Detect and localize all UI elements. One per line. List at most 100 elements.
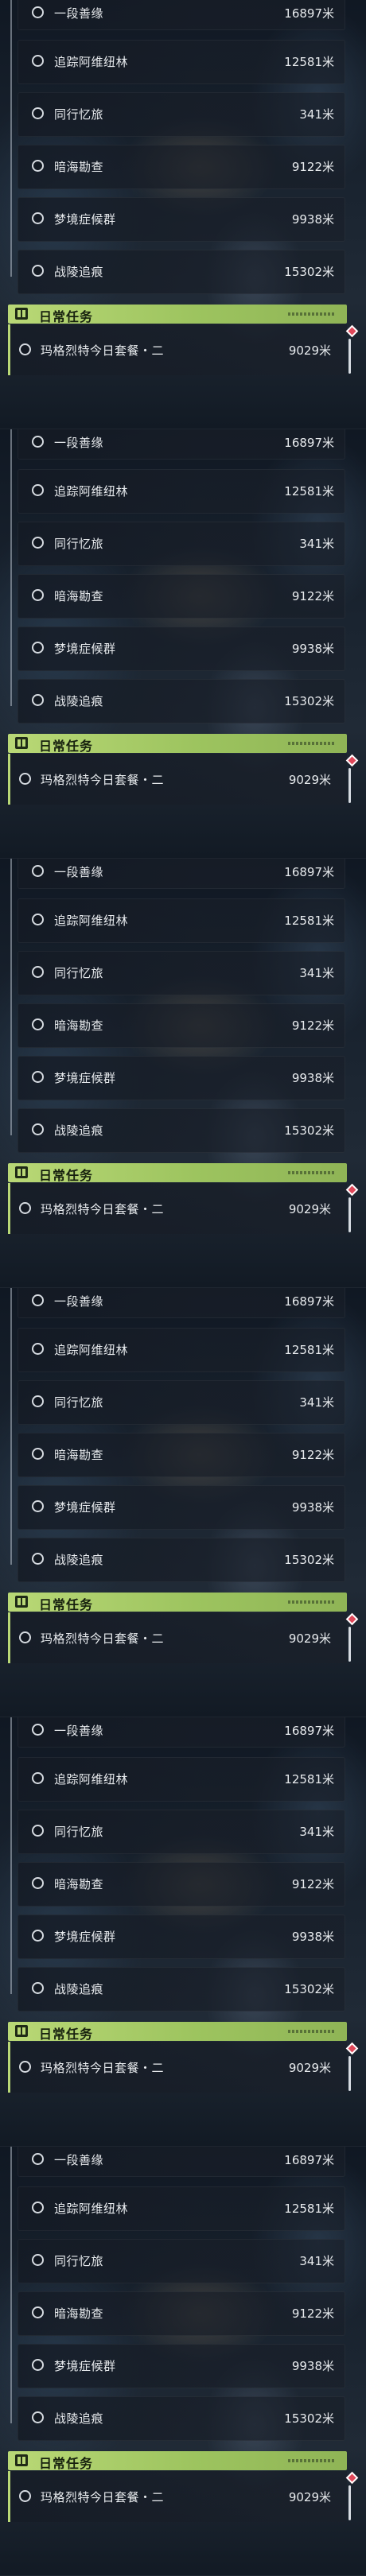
quest-list-item[interactable]: 一段善缘 16897米 bbox=[18, 2147, 345, 2177]
quest-distance: 341米 bbox=[299, 2254, 334, 2268]
quest-list-item[interactable]: 同行忆旅 341米 bbox=[18, 951, 345, 995]
quest-list-item[interactable]: 梦境症候群 9938米 bbox=[18, 1915, 345, 1959]
list-scrollbar[interactable] bbox=[348, 768, 351, 803]
daily-quest-title: 日常任务 bbox=[39, 2027, 94, 2042]
quest-list-item[interactable]: 同行忆旅 341米 bbox=[18, 92, 345, 137]
daily-quest-item[interactable]: 玛格烈特今日套餐・二 9029米 bbox=[8, 1183, 347, 1234]
quest-name: 暗海勘查 bbox=[54, 1448, 104, 1462]
quest-list-item[interactable]: 梦境症候群 9938米 bbox=[18, 1485, 345, 1530]
quest-list-item[interactable]: 暗海勘查 9122米 bbox=[18, 2291, 345, 2336]
quest-list-item[interactable]: 暗海勘查 9122米 bbox=[18, 1433, 345, 1477]
radio-circle-icon bbox=[32, 1343, 44, 1355]
quest-name: 梦境症候群 bbox=[54, 212, 116, 227]
daily-quest-header[interactable]: 日常任务 bbox=[8, 1163, 347, 1183]
quest-name: 一段善缘 bbox=[54, 1294, 104, 1309]
quest-distance: 341米 bbox=[299, 966, 334, 980]
daily-quest-item[interactable]: 玛格烈特今日套餐・二 9029米 bbox=[8, 1612, 347, 1663]
quest-name: 战陵追痕 bbox=[54, 694, 104, 708]
daily-quest-header[interactable]: 日常任务 bbox=[8, 2022, 347, 2042]
quest-distance: 341米 bbox=[299, 1395, 334, 1410]
daily-quest-header[interactable]: 日常任务 bbox=[8, 2451, 347, 2471]
quest-distance: 9938米 bbox=[291, 212, 334, 227]
quest-list-item[interactable]: 追踪阿维纽林 12581米 bbox=[18, 40, 345, 84]
quest-name: 战陵追痕 bbox=[54, 265, 104, 279]
quest-distance: 9938米 bbox=[291, 642, 334, 656]
daily-quest-name: 玛格烈特今日套餐・二 bbox=[41, 1202, 165, 1216]
quest-list-item[interactable]: 追踪阿维纽林 12581米 bbox=[18, 1757, 345, 1802]
quest-name: 战陵追痕 bbox=[54, 1553, 104, 1567]
quest-list-item[interactable]: 暗海勘查 9122米 bbox=[18, 574, 345, 619]
list-scrollbar[interactable] bbox=[348, 2056, 351, 2091]
list-scrollbar[interactable] bbox=[348, 2485, 351, 2520]
radio-circle-icon bbox=[32, 265, 44, 277]
quest-list-item[interactable]: 战陵追痕 15302米 bbox=[18, 250, 345, 294]
quest-distance: 341米 bbox=[299, 107, 334, 122]
radio-circle-icon bbox=[32, 1724, 44, 1736]
quest-name: 暗海勘查 bbox=[54, 1877, 104, 1891]
radio-circle-icon bbox=[32, 1500, 44, 1512]
quest-name: 同行忆旅 bbox=[54, 1395, 104, 1410]
radio-circle-icon bbox=[32, 642, 44, 654]
list-scrollbar[interactable] bbox=[348, 1197, 351, 1232]
quest-list-item[interactable]: 暗海勘查 9122米 bbox=[18, 1862, 345, 1907]
quest-list-item[interactable]: 梦境症候群 9938米 bbox=[18, 2344, 345, 2388]
quest-list-item[interactable]: 梦境症候群 9938米 bbox=[18, 197, 345, 242]
quest-tracker-stack: 一段善缘 16897米 追踪阿维纽林 12581米 同行忆旅 341米 暗海勘查 9122米梦… bbox=[0, 0, 366, 2576]
quest-list-item[interactable]: 一段善缘 16897米 bbox=[18, 0, 345, 30]
header-decoration bbox=[288, 1171, 334, 1174]
quest-list-item[interactable]: 战陵追痕 15302米 bbox=[18, 1967, 345, 2012]
quest-list-item[interactable]: 暗海勘查 9122米 bbox=[18, 145, 345, 189]
quest-list-item[interactable]: 一段善缘 16897米 bbox=[18, 429, 345, 460]
quest-list-item[interactable]: 战陵追痕 15302米 bbox=[18, 679, 345, 724]
daily-quest-item[interactable]: 玛格烈特今日套餐・二 9029米 bbox=[8, 2471, 347, 2522]
daily-quest-header[interactable]: 日常任务 bbox=[8, 1593, 347, 1612]
daily-quest-header[interactable]: 日常任务 bbox=[8, 305, 347, 324]
daily-quest-item[interactable]: 玛格烈特今日套餐・二 9029米 bbox=[8, 754, 347, 805]
quest-distance: 16897米 bbox=[284, 2153, 334, 2167]
quest-name: 梦境症候群 bbox=[54, 1071, 116, 1085]
radio-circle-icon bbox=[32, 2153, 44, 2165]
quest-list-item[interactable]: 同行忆旅 341米 bbox=[18, 1380, 345, 1425]
quest-distance: 9938米 bbox=[291, 1930, 334, 1944]
quest-distance: 12581米 bbox=[284, 914, 334, 928]
radio-circle-icon bbox=[32, 1982, 44, 1994]
quest-list-item[interactable]: 同行忆旅 341米 bbox=[18, 1810, 345, 1854]
quest-list-item[interactable]: 一段善缘 16897米 bbox=[18, 1717, 345, 1748]
quest-list-item[interactable]: 追踪阿维纽林 12581米 bbox=[18, 1328, 345, 1372]
quest-list-item[interactable]: 同行忆旅 341米 bbox=[18, 2239, 345, 2283]
quest-name: 暗海勘查 bbox=[54, 160, 104, 174]
quest-distance: 9938米 bbox=[291, 1071, 334, 1085]
quest-list-item[interactable]: 梦境症候群 9938米 bbox=[18, 627, 345, 671]
quest-distance: 15302米 bbox=[284, 265, 334, 279]
quest-distance: 9122米 bbox=[291, 1018, 334, 1033]
quest-list-item[interactable]: 一段善缘 16897米 bbox=[18, 859, 345, 889]
daily-quest-item[interactable]: 玛格烈特今日套餐・二 9029米 bbox=[8, 324, 347, 375]
quest-name: 同行忆旅 bbox=[54, 107, 104, 122]
quest-list-item[interactable]: 梦境症候群 9938米 bbox=[18, 1056, 345, 1100]
radio-circle-icon bbox=[32, 1018, 44, 1030]
quest-distance: 12581米 bbox=[284, 1343, 334, 1357]
daily-quest-name: 玛格烈特今日套餐・二 bbox=[41, 773, 165, 787]
quest-list-item[interactable]: 一段善缘 16897米 bbox=[18, 1288, 345, 1318]
quest-distance: 9122米 bbox=[291, 589, 334, 603]
quest-list-item[interactable]: 追踪阿维纽林 12581米 bbox=[18, 2186, 345, 2231]
quest-list-item[interactable]: 同行忆旅 341米 bbox=[18, 522, 345, 566]
quest-list-item[interactable]: 战陵追痕 15302米 bbox=[18, 2396, 345, 2441]
quest-list-item[interactable]: 暗海勘查 9122米 bbox=[18, 1003, 345, 1048]
book-icon bbox=[15, 2025, 28, 2037]
quest-name: 同行忆旅 bbox=[54, 966, 104, 980]
quest-list-item[interactable]: 战陵追痕 15302米 bbox=[18, 1108, 345, 1153]
quest-list-item[interactable]: 战陵追痕 15302米 bbox=[18, 1538, 345, 1582]
quest-list-item[interactable]: 追踪阿维纽林 12581米 bbox=[18, 898, 345, 943]
daily-quest-distance: 9029米 bbox=[288, 2490, 331, 2504]
daily-quest-item[interactable]: 玛格烈特今日套餐・二 9029米 bbox=[8, 2042, 347, 2093]
list-scrollbar[interactable] bbox=[348, 339, 351, 374]
quest-list-rail bbox=[10, 2147, 12, 2423]
quest-name: 同行忆旅 bbox=[54, 2254, 104, 2268]
quest-name: 梦境症候群 bbox=[54, 1930, 116, 1944]
quest-name: 追踪阿维纽林 bbox=[54, 1772, 129, 1787]
list-scrollbar[interactable] bbox=[348, 1627, 351, 1662]
quest-list-item[interactable]: 追踪阿维纽林 12581米 bbox=[18, 469, 345, 514]
daily-quest-name: 玛格烈特今日套餐・二 bbox=[41, 2490, 165, 2504]
daily-quest-header[interactable]: 日常任务 bbox=[8, 734, 347, 754]
